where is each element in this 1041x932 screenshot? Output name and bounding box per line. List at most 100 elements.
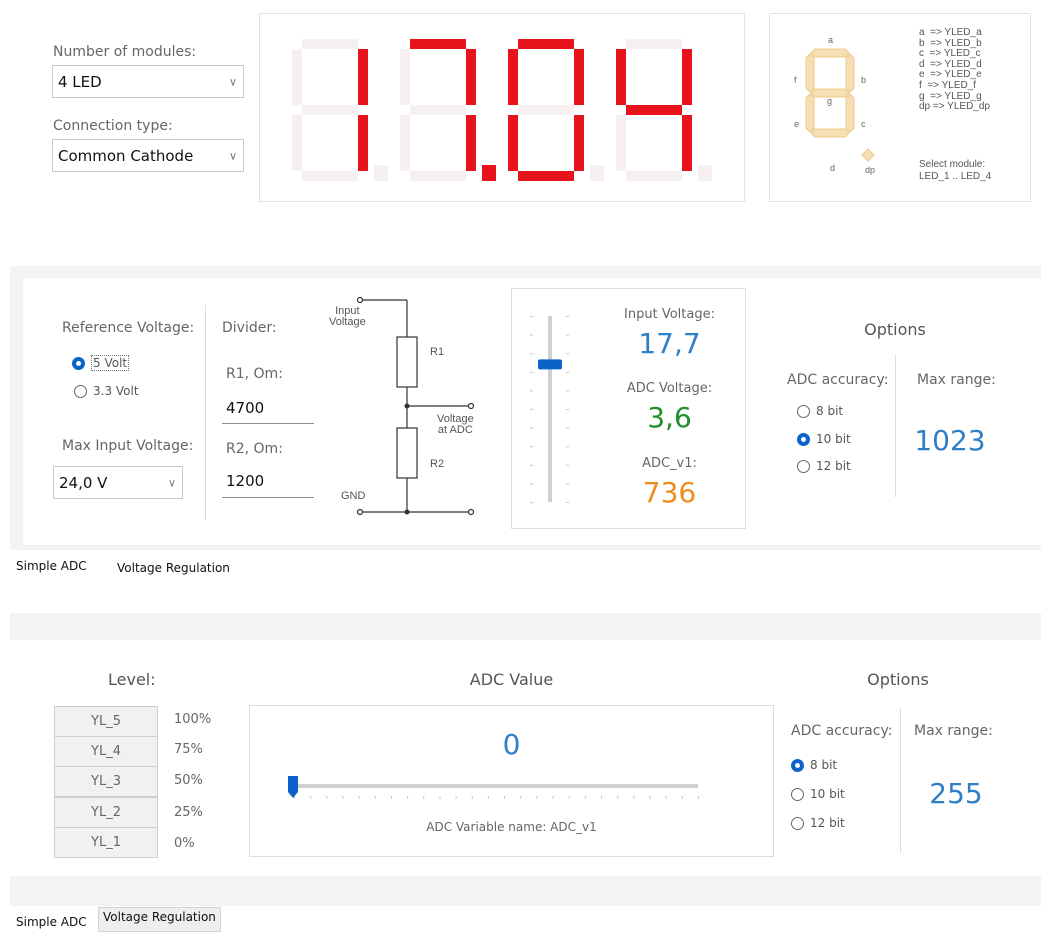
- slider-tick: [487, 796, 489, 799]
- max-range-value: 1023: [914, 424, 986, 457]
- ref-5v-label: 5 Volt: [91, 355, 130, 371]
- input-voltage-slider[interactable]: [530, 311, 570, 511]
- max-range-value-2: 255: [929, 777, 983, 810]
- ref-5v-radio[interactable]: 5 Volt: [72, 355, 130, 371]
- accuracy-10bit-radio-2[interactable]: 10 bit: [791, 787, 845, 801]
- slider-tick: [566, 371, 569, 373]
- slider-thumb[interactable]: [538, 359, 562, 370]
- level-pct: 0%: [174, 836, 195, 851]
- slider-tick: [617, 796, 619, 799]
- level-pct: 75%: [174, 742, 203, 757]
- r2-input[interactable]: 1200: [222, 465, 314, 498]
- tab-voltage-regulation-2[interactable]: Voltage Regulation: [98, 907, 221, 932]
- slider-tick: [390, 796, 392, 799]
- slider-tick: [530, 316, 533, 317]
- accuracy-12bit-radio[interactable]: 12 bit: [797, 459, 851, 473]
- level-cell: YL_1: [54, 827, 158, 858]
- adc-value-title: ADC Value: [469, 670, 554, 689]
- slider-tick: [552, 796, 554, 799]
- input-voltage-value: 17,7: [638, 327, 701, 360]
- accuracy-10bit-label-2: 10 bit: [810, 787, 845, 801]
- seg-label-e: e: [794, 119, 799, 129]
- segment-a: [410, 39, 466, 49]
- r2-label: R2, Om:: [226, 441, 283, 457]
- chevron-down-icon: ∨: [228, 149, 237, 162]
- segment-diagram: a b c d e f g dp: [794, 35, 875, 175]
- segment-a: [626, 39, 682, 49]
- segment-b: [358, 49, 368, 105]
- accuracy-12bit-radio-2[interactable]: 12 bit: [791, 816, 845, 830]
- slider-tick: [536, 796, 538, 799]
- level-title: Level:: [108, 670, 156, 689]
- max-range-label: Max range:: [917, 372, 996, 388]
- slider-tick: [530, 427, 533, 429]
- segment-f: [508, 49, 518, 105]
- segment-c: [466, 115, 476, 171]
- adc-value-slider[interactable]: [288, 772, 708, 812]
- segment-b: [574, 49, 584, 105]
- adc-voltage-value: 3,6: [647, 401, 692, 434]
- level-cell: YL_5: [54, 706, 158, 737]
- slider-tick: [374, 796, 376, 799]
- circuit-adc-voltage-label: Voltage at ADC: [437, 413, 474, 436]
- segment-e: [616, 115, 626, 171]
- modules-select[interactable]: 4 LED ∨: [52, 65, 244, 98]
- slider-tick: [530, 409, 533, 410]
- seg-label-c: c: [861, 119, 866, 129]
- segment-g: [626, 105, 682, 115]
- segment-b: [682, 49, 692, 105]
- ref-3v3-radio[interactable]: 3.3 Volt: [74, 384, 139, 398]
- slider-tick: [530, 371, 533, 373]
- slider-tick: [530, 390, 533, 392]
- options-separator: [895, 355, 896, 497]
- slider-tick: [566, 483, 569, 485]
- segment-mapping-line: dp => YLED_dp: [919, 101, 990, 113]
- accuracy-10bit-radio[interactable]: 10 bit: [797, 432, 851, 446]
- chevron-down-icon: ∨: [228, 75, 237, 88]
- level-pct: 25%: [174, 805, 203, 820]
- r2-value: 1200: [226, 472, 265, 490]
- slider-tick: [530, 483, 533, 485]
- input-voltage-label: Input Voltage:: [624, 307, 715, 322]
- slider-tick: [310, 796, 312, 799]
- max-input-label: Max Input Voltage:: [62, 438, 194, 454]
- accuracy-8bit-radio-2[interactable]: 8 bit: [791, 758, 837, 772]
- accuracy-8bit-radio[interactable]: 8 bit: [797, 404, 843, 418]
- connection-label: Connection type:: [53, 118, 173, 134]
- max-input-select[interactable]: 24,0 V ∨: [53, 466, 183, 499]
- divider-label: Divider:: [222, 320, 277, 336]
- connection-value: Common Cathode: [58, 146, 194, 165]
- seg-label-d: d: [830, 163, 835, 173]
- adc-var-value: 736: [642, 476, 697, 509]
- slider-tick: [326, 796, 328, 799]
- slider-tick: [566, 464, 569, 466]
- slider-tick: [665, 796, 667, 799]
- adc-value-panel: 0 ADC Variable name: ADC_v1: [249, 705, 774, 857]
- seg-label-dp: dp: [865, 165, 875, 175]
- segment-mapping-line: f => YLED_f: [919, 79, 977, 91]
- segment-legend-panel: a b c d e f g dp a => YLED_a b => YLED_b c…: [769, 13, 1031, 202]
- tab-simple-adc-2[interactable]: Simple ADC: [12, 913, 91, 931]
- accuracy-8bit-label-2: 8 bit: [810, 758, 838, 772]
- modules-label: Number of modules:: [53, 44, 197, 60]
- circuit-r2-label: R2: [430, 458, 445, 470]
- segment-b: [466, 49, 476, 105]
- level-pct: 100%: [174, 712, 212, 727]
- segment-c: [682, 115, 692, 171]
- slider-tick: [439, 796, 441, 799]
- adc-value: 0: [502, 728, 521, 761]
- segment-c: [574, 115, 584, 171]
- slider-thumb[interactable]: [288, 776, 298, 798]
- level-pct: 50%: [174, 773, 203, 788]
- tab-voltage-regulation[interactable]: Voltage Regulation: [113, 559, 234, 577]
- slider-tick: [566, 502, 569, 503]
- r1-input[interactable]: 4700: [222, 393, 314, 424]
- tab-simple-adc[interactable]: Simple ADC: [12, 557, 91, 575]
- segment-dp: [374, 165, 388, 181]
- slider-tick: [520, 796, 522, 799]
- segment-dp: [590, 165, 604, 181]
- r1-value: 4700: [226, 399, 265, 417]
- slider-tick: [455, 796, 457, 799]
- slider-tick: [566, 334, 569, 336]
- connection-select[interactable]: Common Cathode ∨: [52, 139, 244, 172]
